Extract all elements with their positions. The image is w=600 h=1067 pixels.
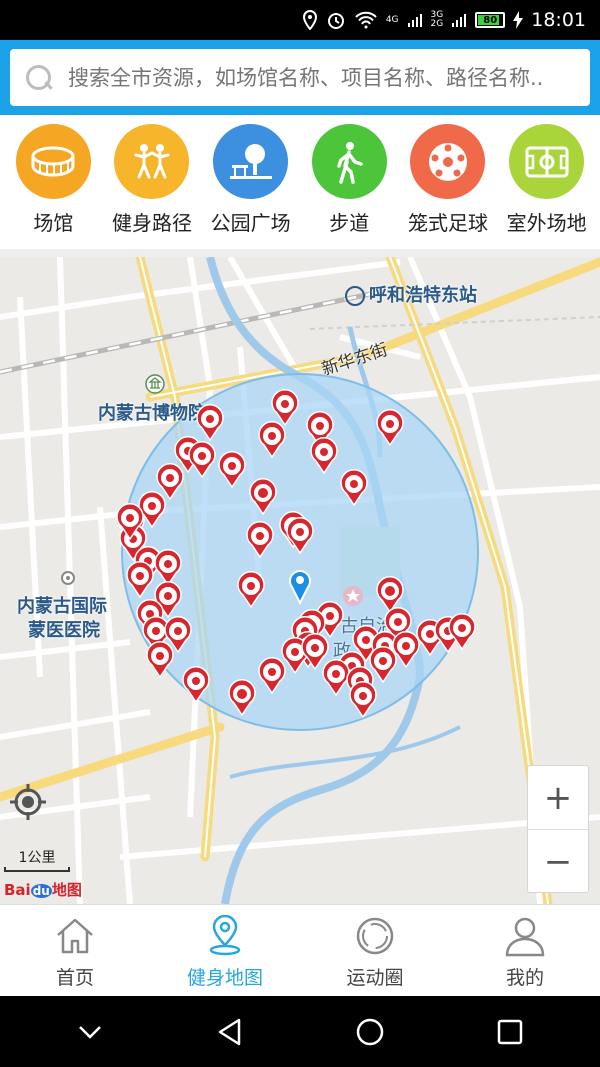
logo-du: du [30, 884, 52, 898]
zoom-in-button[interactable]: + [528, 766, 588, 829]
poi-marker[interactable] [286, 517, 314, 555]
signal-bars-icon-2 [451, 12, 467, 28]
poi-marker[interactable] [146, 641, 174, 679]
poi-marker[interactable] [218, 451, 246, 489]
collapse-button[interactable] [60, 1002, 120, 1062]
poi-marker[interactable] [188, 441, 216, 479]
poi-marker[interactable] [228, 679, 256, 717]
zoom-out-button[interactable]: − [528, 830, 588, 893]
user-icon [505, 917, 545, 957]
category-label: 步道 [329, 211, 370, 235]
poi-marker[interactable] [196, 404, 224, 442]
circle-icon [356, 917, 394, 955]
category-label: 笼式足球 [407, 211, 488, 235]
section-divider [0, 249, 600, 257]
zoom-control: + − [527, 765, 589, 893]
poi-marker[interactable] [246, 521, 274, 559]
signal-bars-icon-1 [407, 12, 423, 28]
chevron-down-icon [79, 1025, 101, 1039]
nav-fitness-map[interactable]: 健身地图 [150, 905, 300, 996]
soccer-ball-icon [410, 124, 486, 199]
baidu-map-logo: Bai du 地图 [4, 879, 82, 900]
crosshair-icon [10, 784, 46, 820]
category-bar: 场馆 健身路径 公园广场 步道 笼式足球 室外场地 [0, 115, 600, 249]
network-2g-text: 2G [430, 19, 444, 29]
network-4g-text: 4G [385, 14, 399, 25]
category-outdoor-field[interactable]: 室外场地 [498, 124, 596, 249]
category-fitness-path[interactable]: 健身路径 [103, 124, 201, 249]
poi-marker[interactable] [154, 549, 182, 587]
poi-marker[interactable] [126, 561, 154, 599]
battery-level: 80 [483, 14, 498, 26]
category-label: 健身路径 [111, 211, 192, 235]
search-box[interactable] [10, 49, 590, 106]
map-pin-icon [209, 915, 241, 956]
wifi-icon [354, 11, 378, 29]
recents-button[interactable] [480, 1002, 540, 1062]
scale-bar: 1公里 [4, 847, 70, 872]
nav-profile-label: 我的 [505, 967, 544, 989]
walking-icon [311, 124, 387, 199]
category-stadium[interactable]: 场馆 [4, 124, 102, 249]
category-label: 公园广场 [210, 211, 291, 235]
nav-home[interactable]: 首页 [0, 905, 150, 996]
poi-marker[interactable] [376, 409, 404, 447]
poi-marker[interactable] [182, 666, 210, 704]
home-circle-icon [356, 1018, 384, 1045]
park-tree-icon [213, 124, 289, 199]
category-label: 场馆 [33, 211, 74, 235]
poi-marker[interactable] [271, 389, 299, 427]
back-button[interactable] [200, 1002, 260, 1062]
locate-me-button[interactable] [8, 782, 48, 822]
logo-map: 地图 [51, 881, 82, 899]
back-triangle-icon [218, 1018, 241, 1045]
outdoor-field-icon [509, 124, 585, 199]
nav-sports-circle-label: 运动圈 [346, 967, 404, 989]
category-cage-soccer[interactable]: 笼式足球 [399, 124, 497, 249]
stadium-icon [15, 124, 91, 199]
status-bar: 4G 3G 2G 80 18:01 [0, 0, 600, 40]
search-input[interactable] [68, 65, 578, 90]
user-location-icon [289, 570, 311, 605]
poi-marker[interactable] [349, 681, 377, 719]
fitness-people-icon [114, 124, 190, 199]
alarm-icon [326, 10, 346, 30]
category-walkway[interactable]: 步道 [300, 124, 398, 249]
poi-marker[interactable] [258, 421, 286, 459]
clock-time: 18:01 [531, 9, 586, 31]
recents-square-icon [497, 1019, 523, 1044]
search-icon [22, 61, 56, 95]
poi-marker[interactable] [258, 657, 286, 695]
category-park[interactable]: 公园广场 [202, 124, 300, 249]
battery-icon: 80 [475, 12, 506, 28]
poi-marker[interactable] [340, 469, 368, 507]
scale-line [4, 867, 70, 872]
app-root: 4G 3G 2G 80 18:01 搜索全市资源，如场馆名称、项目名称、路径名称… [0, 0, 600, 1067]
nav-fitness-map-label: 健身地图 [186, 967, 263, 989]
home-icon [57, 918, 93, 954]
poi-marker[interactable] [249, 478, 277, 516]
fitness-map[interactable]: 呼和浩特东站 新华东街 内蒙古博物院 内蒙古国际 蒙医医院 古自治 政 1公里 [0, 257, 600, 904]
poi-marker[interactable] [237, 571, 265, 609]
signal-3g2g-icon: 3G 2G [431, 11, 444, 29]
poi-marker[interactable] [322, 659, 350, 697]
nav-sports-circle[interactable]: 运动圈 [300, 905, 450, 996]
nav-home-label: 首页 [55, 967, 94, 989]
poi-marker[interactable] [310, 437, 338, 475]
poi-marker[interactable] [392, 631, 420, 669]
scale-label: 1公里 [18, 850, 56, 866]
poi-marker[interactable] [376, 576, 404, 614]
home-button[interactable] [340, 1002, 400, 1062]
logo-bai: Bai [4, 881, 31, 899]
search-header [0, 40, 600, 115]
category-label: 室外场地 [506, 211, 587, 235]
poi-marker[interactable] [369, 646, 397, 684]
bottom-navigation: 首页 健身地图 运动圈 我的 [0, 904, 600, 996]
charging-icon [513, 11, 524, 29]
nav-profile[interactable]: 我的 [450, 905, 600, 996]
signal-4g-icon: 4G [385, 14, 399, 25]
system-navigation-bar [0, 996, 600, 1067]
location-icon [302, 10, 318, 30]
poi-marker[interactable] [156, 463, 184, 501]
